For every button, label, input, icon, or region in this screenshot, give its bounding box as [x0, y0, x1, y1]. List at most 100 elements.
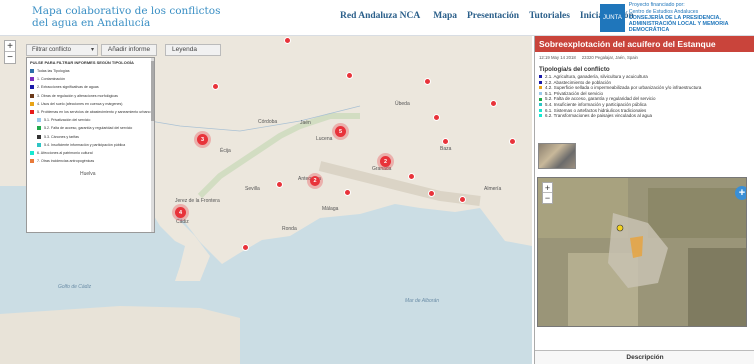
- filter-item[interactable]: Todas las Tipologías: [27, 67, 154, 75]
- typology-color-icon: [30, 77, 34, 82]
- main-nav: Red Andaluza NCA Mapa Presentación Tutor…: [340, 11, 634, 21]
- zoom-out-button[interactable]: −: [5, 52, 15, 63]
- typology-color-icon: [30, 110, 34, 115]
- filter-scrollbar[interactable]: [151, 58, 154, 232]
- funding-text: Proyecto financiado por: Centro de Estud…: [629, 2, 754, 33]
- satellite-imagery: [538, 178, 746, 326]
- report-date: 12:19 May 14 2018: [539, 55, 576, 60]
- place-label: Huelva: [80, 171, 96, 177]
- report-marker[interactable]: [509, 138, 516, 145]
- filter-item[interactable]: 1. Contaminación: [27, 75, 154, 83]
- filter-item-label: 4. Usos del suelo (afecciones en cuenca …: [37, 101, 123, 106]
- place-label: Málaga: [322, 206, 339, 212]
- place-label: Jaén: [300, 120, 311, 126]
- place-label: Jerez de la Frontera: [175, 198, 220, 204]
- nav-presentacion[interactable]: Presentación: [467, 11, 519, 21]
- conflict-types-list: 2.1. Agricultura, ganadería, silvicultur…: [535, 74, 754, 119]
- filter-item-label: 7. Otras incidencias antropogénicas: [37, 159, 95, 164]
- report-marker[interactable]: [408, 173, 415, 180]
- place-label: Almería: [484, 186, 502, 192]
- conflict-type-label: 6.2. Transformaciones de paisajes vincul…: [545, 113, 653, 119]
- conflict-color-icon: [539, 97, 542, 101]
- filter-item-label: 5.1. Privatización del servicio: [44, 118, 91, 123]
- report-photo-thumbnail[interactable]: [538, 143, 576, 169]
- report-marker[interactable]: [284, 37, 291, 44]
- cluster-marker[interactable]: 3: [197, 134, 208, 145]
- conflict-color-icon: [539, 114, 542, 118]
- filter-item-label: 3. Obras de regulación y alteraciones mo…: [37, 93, 118, 98]
- filter-item-label: 5.2. Falta de acceso, garantía y regular…: [44, 126, 133, 131]
- report-marker[interactable]: [442, 138, 449, 145]
- filter-item[interactable]: 5.4. Insuficiente información y particip…: [27, 141, 154, 149]
- cluster-marker[interactable]: 2: [310, 176, 320, 186]
- report-marker[interactable]: [490, 100, 497, 107]
- typology-color-icon: [30, 93, 34, 98]
- typology-color-icon: [30, 159, 34, 164]
- conflict-types-heading: Tipología/s del conflicto: [539, 66, 610, 73]
- report-marker[interactable]: [428, 190, 435, 197]
- report-marker[interactable]: [276, 181, 283, 188]
- filter-item[interactable]: 5. Problemas en los servicios de abastec…: [27, 108, 154, 116]
- header: Mapa colaborativo de los conflictos del …: [0, 0, 754, 36]
- add-report-button[interactable]: Añadir informe: [101, 44, 157, 56]
- place-label: Ronda: [282, 226, 297, 232]
- filter-item[interactable]: 4. Usos del suelo (afecciones en cuenca …: [27, 100, 154, 108]
- cluster-marker[interactable]: 4: [175, 207, 186, 218]
- satellite-zoom-in-button[interactable]: +: [543, 183, 552, 193]
- typology-color-icon: [37, 126, 41, 131]
- filter-item-label: 2. Extracciones significativas de aguas: [37, 85, 99, 90]
- description-tab[interactable]: Descripción: [535, 350, 754, 364]
- report-marker[interactable]: [433, 114, 440, 121]
- filter-item[interactable]: 5.2. Falta de acceso, garantía y regular…: [27, 124, 154, 132]
- legend-button[interactable]: Leyenda: [165, 44, 221, 56]
- conflict-color-icon: [539, 75, 542, 79]
- report-location: 23320 Pegalajar, Jaén, Spain: [581, 55, 638, 60]
- typology-color-icon: [30, 85, 34, 90]
- filter-item-label: Todas las Tipologías: [37, 69, 70, 73]
- place-label: Córdoba: [258, 119, 278, 125]
- typology-color-icon: [37, 142, 41, 147]
- conflict-color-icon: [539, 86, 542, 90]
- filter-item[interactable]: 7. Otras incidencias antropogénicas: [27, 157, 154, 165]
- filter-item-label: 5.3. Cánones y tarifas: [44, 134, 79, 139]
- report-marker[interactable]: [346, 72, 353, 79]
- typology-color-icon: [30, 101, 34, 106]
- report-panel: Sobreexplotación del acuífero del Estanq…: [534, 36, 754, 364]
- report-marker[interactable]: [424, 78, 431, 85]
- filter-conflict-dropdown[interactable]: Filtrar conflicto: [26, 44, 98, 56]
- cluster-marker[interactable]: 2: [380, 156, 391, 167]
- filter-item[interactable]: 2. Extracciones significativas de aguas: [27, 83, 154, 91]
- nav-mapa[interactable]: Mapa: [433, 11, 457, 21]
- filter-item[interactable]: 5.3. Cánones y tarifas: [27, 133, 154, 141]
- filter-items: Todas las Tipologías 1. Contaminación 2. E…: [27, 67, 154, 165]
- report-marker[interactable]: [459, 196, 466, 203]
- conflict-map[interactable]: + − Filtrar conflicto Añadir informe Ley…: [0, 36, 532, 364]
- conflict-color-icon: [539, 80, 542, 84]
- report-title: Sobreexplotación del acuífero del Estanq…: [535, 36, 754, 52]
- filter-item-label: 6. Afecciones al patrimonio cultural: [37, 151, 93, 156]
- nav-red-andaluza[interactable]: Red Andaluza NCA: [340, 11, 420, 21]
- funding-badge: JUNTA Proyecto financiado por: Centro de…: [600, 2, 754, 34]
- filter-item[interactable]: 3. Obras de regulación y alteraciones mo…: [27, 92, 154, 100]
- filter-item[interactable]: 6. Afecciones al patrimonio cultural: [27, 149, 154, 157]
- satellite-zoom-out-button[interactable]: −: [543, 193, 552, 203]
- site-title-line1: Mapa colaborativo de los conflictos: [32, 5, 221, 17]
- typology-color-icon: [30, 69, 34, 73]
- filter-item[interactable]: 5.1. Privatización del servicio: [27, 116, 154, 124]
- report-marker[interactable]: [344, 189, 351, 196]
- satellite-map[interactable]: + − +: [537, 177, 747, 327]
- typology-color-icon: [30, 151, 34, 156]
- cluster-marker[interactable]: 5: [335, 126, 346, 137]
- conflict-color-icon: [539, 103, 542, 107]
- conflict-color-icon: [539, 92, 542, 96]
- nav-tutoriales[interactable]: Tutoriales: [529, 11, 570, 21]
- typology-color-icon: [37, 118, 41, 123]
- site-title[interactable]: Mapa colaborativo de los conflictos del …: [32, 5, 220, 29]
- report-marker[interactable]: [212, 83, 219, 90]
- report-marker[interactable]: [242, 244, 249, 251]
- place-label: Úbeda: [395, 101, 410, 107]
- sea-label: Mar de Alborán: [405, 298, 439, 304]
- add-marker-icon[interactable]: +: [735, 186, 746, 200]
- funding-line4-text: ADMINISTRACIÓN LOCAL Y MEMORIA DEMOCRÁTI…: [628, 21, 729, 34]
- zoom-in-button[interactable]: +: [5, 41, 15, 52]
